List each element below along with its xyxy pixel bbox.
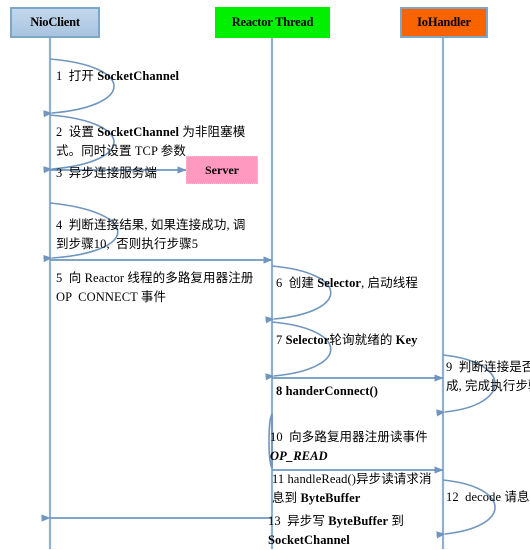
message-10-text-plain: 10 向多路复用器注册读事件 <box>270 430 431 444</box>
message-label-8: 8 handerConnect() <box>276 382 436 401</box>
message-13-text-plain-b: 到 <box>388 514 408 528</box>
message-11-text-bold: ByteBuffer <box>300 491 361 505</box>
message-label-1: 1 打开 SocketChannel <box>56 67 266 86</box>
message-6-text-bold: Selector <box>317 276 362 290</box>
message-10-text-emphasis: OP_READ <box>270 449 328 463</box>
message-label-2: 2 设置 SocketChannel 为非阻塞模式。同时设置 TCP 参数 <box>56 123 254 161</box>
sequence-diagram-canvas: NioClient Reactor Thread IoHandler Serve… <box>0 0 530 549</box>
actor-label-reactor-thread: Reactor Thread <box>231 15 314 30</box>
actor-label-nioclient: NioClient <box>30 15 80 30</box>
message-7-text-plain-a: 7 <box>276 333 286 347</box>
message-label-13: 13 异步写 ByteBuffer 到 SocketChannel <box>268 512 448 550</box>
message-7-text-bold-b: Key <box>395 333 418 347</box>
message-1-text-plain: 1 打开 <box>56 69 98 83</box>
message-label-3: 3 异步连接服务端 <box>56 166 158 180</box>
actor-header-iohandler[interactable]: IoHandler <box>400 7 488 38</box>
message-label-11: 11 handleRead()异步读请求消息到 ByteBuffer <box>272 470 442 508</box>
message-7-text-plain-b: 轮询就绪的 <box>329 333 396 347</box>
message-label-6: 6 创建 Selector, 启动线程 <box>276 274 456 293</box>
message-13-text-bold-b: SocketChannel <box>268 533 350 547</box>
message-label-5: 5 向 Reactor 线程的多路复用器注册 OP CONNECT 事件 <box>56 271 257 304</box>
note-label-server: Server <box>205 162 239 177</box>
message-label-7: 7 Selector轮询就绪的 Key <box>276 331 456 350</box>
message-2-text-bold: SocketChannel <box>97 125 180 139</box>
message-13-text-plain-a: 13 异步写 <box>268 514 329 528</box>
actor-label-iohandler: IoHandler <box>417 15 471 30</box>
actor-header-nioclient[interactable]: NioClient <box>10 7 100 38</box>
message-6-text-plain-a: 6 创建 <box>276 276 318 290</box>
message-13-text-bold-a: ByteBuffer <box>328 514 389 528</box>
message-label-12: 12 decode 请息 <box>446 490 530 504</box>
message-label-9: 9 判断连接是否完成, 完成执行步骤 10 <box>446 360 530 393</box>
message-7-text-bold-a: Selector <box>285 333 330 347</box>
message-6-text-plain-b: , 启动线程 <box>361 276 418 290</box>
message-2-text-plain-a: 2 设置 <box>56 125 98 139</box>
actor-header-reactor-thread[interactable]: Reactor Thread <box>215 7 330 38</box>
message-label-10: 10 向多路复用器注册读事件 OP_READ <box>270 428 448 466</box>
message-8-text-bold: 8 handerConnect() <box>276 384 379 398</box>
message-1-text-bold: SocketChannel <box>97 69 180 83</box>
message-label-4: 4 判断连接结果, 如果连接成功, 调到步骤10, 否则执行步骤5 <box>56 218 246 251</box>
